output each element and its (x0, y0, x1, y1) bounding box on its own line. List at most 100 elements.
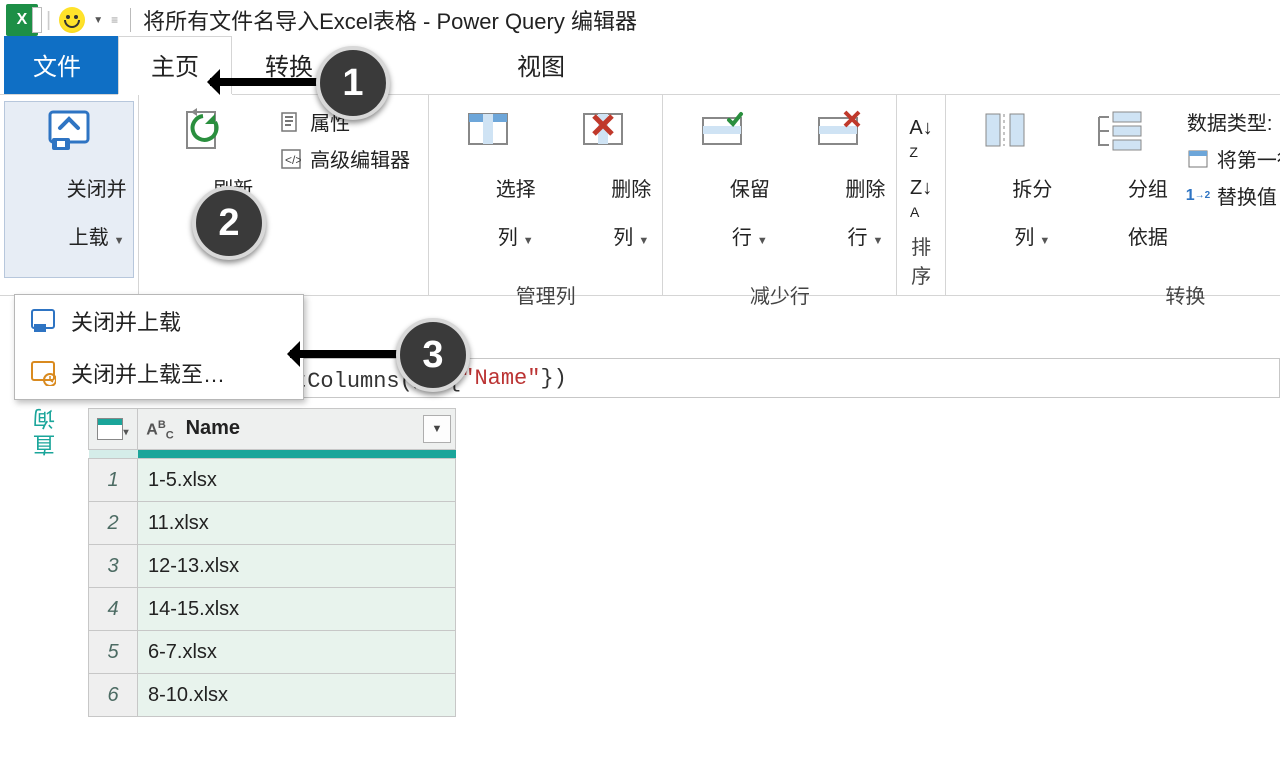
close-load-line1: 关闭并 (67, 179, 127, 201)
group-label-sort: 排序 (901, 229, 940, 293)
sort-desc-button[interactable]: Z↓A (910, 177, 932, 223)
chevron-down-icon: ▼ (869, 235, 883, 247)
annotation-marker-1: 1 (316, 46, 390, 120)
tab-file[interactable]: 文件 (4, 36, 118, 94)
row-number: 5 (89, 631, 138, 674)
queries-pane-label[interactable]: 直询 (30, 404, 62, 456)
table-corner-button[interactable]: ▾ (89, 409, 138, 450)
keep-rows-l2: 行 (732, 227, 752, 249)
data-type-button[interactable]: 数据类型: 文本 ▼ (1181, 105, 1280, 138)
choose-columns-button[interactable]: 选择 列 ▼ (433, 101, 543, 278)
properties-icon (280, 111, 302, 133)
choose-columns-l1: 选择 (496, 179, 536, 201)
close-load-line2: 上载 (69, 227, 109, 249)
text-type-icon: ABC (146, 419, 174, 442)
close-and-load-item[interactable]: 关闭并上载 (15, 295, 303, 347)
close-and-load-to-label: 关闭并上载至… (71, 357, 225, 389)
chevron-down-icon: ▼ (635, 235, 649, 247)
keep-rows-l1: 保留 (730, 179, 770, 201)
remove-rows-l1: 删除 (845, 179, 885, 201)
group-label-reduce-rows: 减少行 (667, 278, 892, 313)
annotation-arrow-1 (210, 78, 320, 86)
cell-value[interactable]: 8-10.xlsx (138, 674, 456, 717)
annotation-arrow-3 (290, 350, 400, 358)
preview-table: ▾ ABC Name ▼ 11-5.xlsx211.xlsx312-13.xls… (88, 408, 456, 717)
split-column-icon (979, 106, 1031, 154)
smiley-icon[interactable] (59, 7, 85, 33)
annotation-marker-3: 3 (396, 318, 470, 392)
qat-divider (130, 8, 131, 32)
cell-value[interactable]: 11.xlsx (138, 502, 456, 545)
row-number: 3 (89, 545, 138, 588)
split-column-button[interactable]: 拆分 列 ▼ (950, 101, 1060, 278)
title-bar: X | ▼ ≡ 将所有文件名导入Excel表格 - Power Query 编辑… (0, 0, 1280, 40)
cell-value[interactable]: 14-15.xlsx (138, 588, 456, 631)
close-and-load-to-item[interactable]: 关闭并上载至… (15, 347, 303, 399)
header-row-icon (1187, 148, 1209, 170)
keep-rows-icon (696, 106, 748, 154)
chevron-down-icon: ▼ (754, 235, 768, 247)
split-column-l1: 拆分 (1012, 179, 1052, 201)
remove-rows-l2: 行 (847, 227, 867, 249)
row-number: 1 (89, 459, 138, 502)
refresh-icon (179, 106, 231, 154)
group-by-l1: 分组 (1128, 179, 1168, 201)
row-number: 2 (89, 502, 138, 545)
table-row[interactable]: 312-13.xlsx (89, 545, 456, 588)
formula-suffix: }) (540, 366, 566, 391)
replace-values-label: 替换值 (1217, 181, 1277, 210)
formula-string: "Name" (461, 366, 540, 391)
close-and-load-label: 关闭并上载 (71, 305, 181, 337)
remove-rows-button[interactable]: 删除 行 ▼ (783, 101, 893, 278)
close-and-load-menu: 关闭并上载 关闭并上载至… (14, 294, 304, 400)
column-filter-button[interactable]: ▼ (423, 415, 451, 443)
qat-overflow-icon[interactable]: ≡ (111, 13, 118, 27)
qat-dropdown-icon[interactable]: ▼ (93, 15, 103, 26)
close-and-load-button[interactable]: 关闭并 上载 ▼ (4, 101, 134, 278)
table-icon (97, 418, 123, 440)
window-title: 将所有文件名导入Excel表格 - Power Query 编辑器 (143, 4, 637, 36)
sort-asc-button[interactable]: A↓Z (909, 117, 932, 163)
remove-rows-icon (812, 106, 864, 154)
table-row[interactable]: 56-7.xlsx (89, 631, 456, 674)
cell-value[interactable]: 12-13.xlsx (138, 545, 456, 588)
group-label-transform: 转换 (950, 278, 1280, 313)
column-header-label: Name (186, 417, 240, 439)
table-row[interactable]: 68-10.xlsx (89, 674, 456, 717)
advanced-editor-label: 高级编辑器 (310, 144, 410, 173)
row-number: 4 (89, 588, 138, 631)
group-by-l2: 依据 (1128, 227, 1168, 249)
excel-logo-icon: X (6, 4, 38, 36)
annotation-marker-2: 2 (192, 186, 266, 260)
row-number: 6 (89, 674, 138, 717)
remove-columns-l1: 删除 (611, 179, 651, 201)
advanced-editor-button[interactable]: </> 高级编辑器 (274, 142, 424, 175)
split-column-l2: 列 (1014, 227, 1034, 249)
cell-value[interactable]: 1-5.xlsx (138, 459, 456, 502)
advanced-editor-icon: </> (280, 148, 302, 170)
group-label-manage-columns: 管理列 (433, 278, 658, 313)
table-row[interactable]: 211.xlsx (89, 502, 456, 545)
table-row[interactable]: 11-5.xlsx (89, 459, 456, 502)
group-by-icon (1094, 106, 1146, 154)
keep-rows-button[interactable]: 保留 行 ▼ (667, 101, 777, 278)
remove-columns-l2: 列 (613, 227, 633, 249)
use-first-row-button[interactable]: 将第一行用作标题 ▼ (1181, 142, 1280, 175)
cell-value[interactable]: 6-7.xlsx (138, 631, 456, 674)
remove-columns-icon (577, 106, 629, 154)
chevron-down-icon: ▼ (1036, 235, 1050, 247)
use-first-row-label: 将第一行用作标题 (1217, 144, 1280, 173)
ribbon-tabs: 文件 主页 转换 添加列 视图 (0, 40, 1280, 95)
group-by-button[interactable]: 分组 依据 (1065, 101, 1175, 275)
svg-text:</>: </> (285, 153, 301, 167)
close-and-load-to-icon (29, 359, 57, 387)
replace-values-button[interactable]: 1→2 替换值 (1181, 179, 1280, 212)
chevron-down-icon: ▼ (520, 235, 534, 247)
table-row[interactable]: 414-15.xlsx (89, 588, 456, 631)
choose-columns-icon (462, 106, 514, 154)
replace-values-icon: 1→2 (1187, 185, 1209, 207)
remove-columns-button[interactable]: 删除 列 ▼ (549, 101, 659, 278)
tab-view[interactable]: 视图 (484, 36, 598, 94)
ribbon: 关闭并 上载 ▼ 刷新 预览 ▼ (0, 95, 1280, 296)
column-header-name[interactable]: ABC Name ▼ (138, 409, 456, 450)
